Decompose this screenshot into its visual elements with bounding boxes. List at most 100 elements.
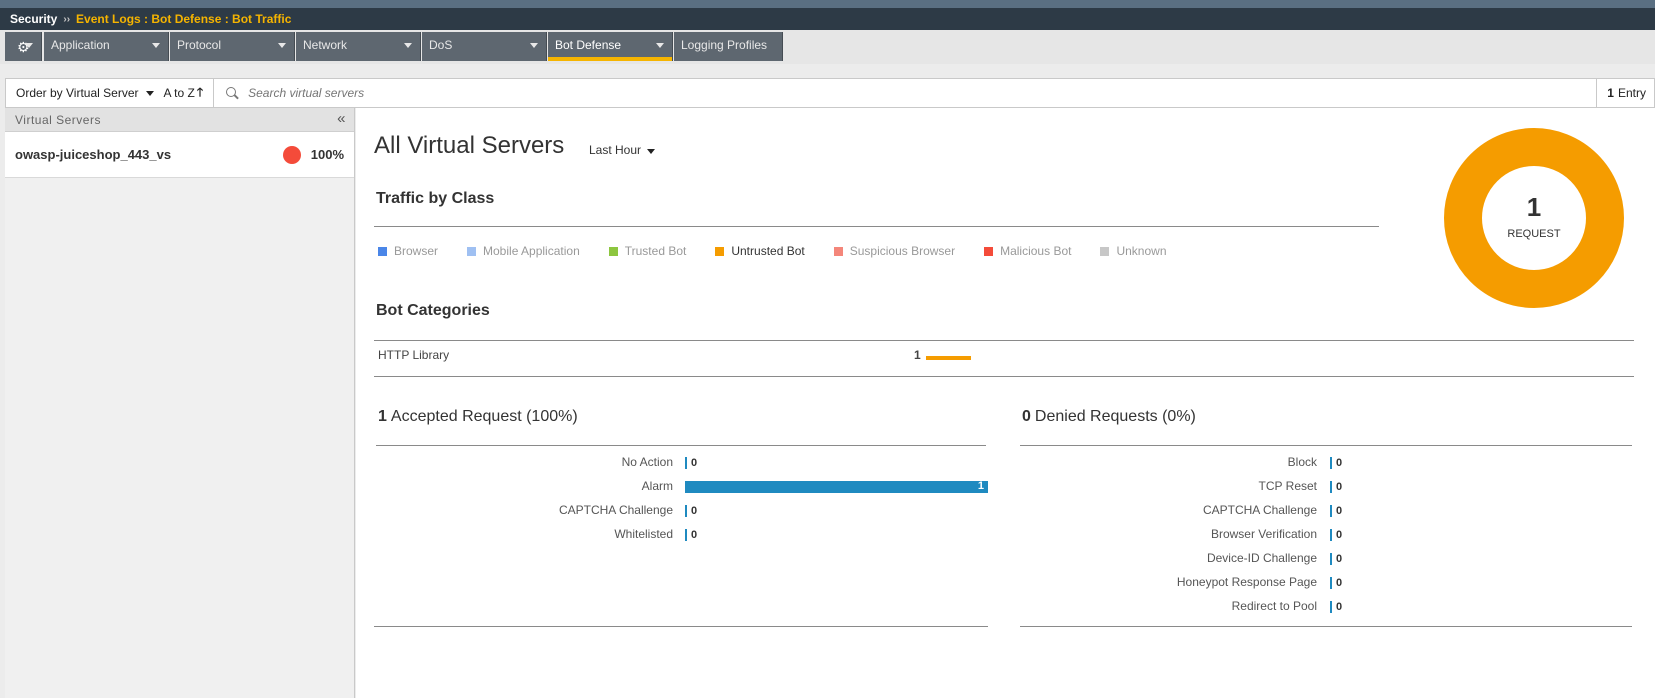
menu-item-network[interactable]: Network — [296, 32, 421, 61]
action-bar — [1330, 577, 1332, 589]
accepted-label: Accepted Request (100%) — [390, 408, 578, 425]
search-input[interactable] — [248, 86, 849, 100]
settings-menu[interactable]: ⚙ — [5, 32, 42, 61]
legend-label: Unknown — [1116, 244, 1167, 258]
time-period-dropdown[interactable]: Last Hour — [589, 143, 656, 157]
chevron-down-icon — [152, 43, 160, 48]
action-label: Whitelisted — [614, 527, 673, 541]
divider — [376, 445, 986, 446]
action-label: No Action — [621, 455, 673, 469]
legend-item-browser[interactable]: Browser — [378, 244, 438, 258]
action-bar — [1330, 505, 1332, 517]
chevron-down-icon — [25, 43, 33, 48]
action-value: 0 — [1336, 505, 1343, 517]
page-title: Event Logs : Bot Defense : Bot Traffic — [76, 12, 292, 26]
action-bar — [1330, 601, 1332, 613]
action-value: 0 — [691, 505, 698, 517]
action-bar — [1330, 553, 1332, 565]
menu-item-protocol[interactable]: Protocol — [170, 32, 295, 61]
legend-label: Browser — [394, 244, 439, 258]
legend-swatch — [715, 246, 725, 256]
legend-item-mobile-application[interactable]: Mobile Application — [467, 244, 580, 258]
menu-item-label: Network — [303, 38, 348, 52]
legend-item-trusted-bot[interactable]: Trusted Bot — [608, 244, 686, 258]
legend-label: Mobile Application — [483, 244, 580, 258]
menu-bar: ⚙ Application Protocol Network DoS Bot D… — [0, 30, 1655, 64]
action-bar — [1330, 481, 1332, 493]
divider — [374, 626, 988, 627]
breadcrumb-root[interactable]: Security — [10, 12, 57, 26]
menu-item-label: Logging Profiles — [681, 38, 768, 52]
action-value: 1 — [977, 480, 984, 492]
divider — [1020, 626, 1632, 627]
legend-item-suspicious-browser[interactable]: Suspicious Browser — [833, 244, 956, 258]
time-period-label: Last Hour — [589, 143, 642, 157]
page-heading: All Virtual Servers — [374, 132, 565, 159]
action-value: 0 — [691, 529, 698, 541]
divider — [374, 340, 1634, 341]
action-bar — [685, 529, 687, 541]
sort-direction-toggle[interactable]: A to Z 🡑 — [164, 79, 215, 107]
action-label: CAPTCHA Challenge — [558, 503, 673, 517]
virtual-server-name: owasp-juiceshop_443_vs — [15, 147, 172, 162]
menu-item-bot-defense[interactable]: Bot Defense — [548, 32, 673, 61]
filter-toolbar: Order by Virtual Server A to Z 🡑 1 Entry — [5, 78, 1655, 108]
search-box — [214, 79, 1596, 107]
menu-item-logging-profiles[interactable]: Logging Profiles — [674, 32, 783, 61]
order-by-dropdown[interactable]: Order by Virtual Server — [6, 86, 164, 100]
menu-item-dos[interactable]: DoS — [422, 32, 547, 61]
action-label: TCP Reset — [1258, 479, 1317, 493]
action-label: Redirect to Pool — [1231, 599, 1317, 613]
accepted-requests-title: 1 Accepted Request (100%) — [378, 408, 578, 426]
entry-count-value: 1 — [1607, 86, 1614, 100]
legend-swatch — [467, 246, 477, 256]
accepted-count: 1 — [378, 408, 387, 425]
breadcrumb-separator: ›› — [63, 13, 71, 25]
action-label: Device-ID Challenge — [1206, 551, 1317, 565]
action-bar — [1330, 457, 1332, 469]
denied-label: Denied Requests (0%) — [1034, 408, 1196, 425]
menu-item-label: DoS — [429, 38, 453, 52]
chevron-down-icon — [530, 43, 538, 48]
category-bar — [926, 356, 971, 360]
donut-label: REQUEST — [1507, 228, 1561, 240]
category-label: HTTP Library — [378, 348, 450, 362]
collapse-icon[interactable]: « — [337, 110, 346, 127]
action-value: 0 — [1336, 577, 1343, 589]
donut-value: 1 — [1526, 192, 1542, 222]
virtual-server-percent: 100% — [310, 147, 344, 162]
legend-label: Untrusted Bot — [731, 244, 805, 258]
denied-requests-title: 0 Denied Requests (0%) — [1022, 408, 1196, 426]
divider — [374, 376, 1634, 377]
entry-count: 1 Entry — [1596, 79, 1654, 107]
legend-item-unknown[interactable]: Unknown — [1100, 244, 1167, 258]
menu-item-application[interactable]: Application — [44, 32, 169, 61]
action-bar — [685, 505, 687, 517]
sort-label: A to Z — [163, 86, 195, 100]
legend-swatch — [833, 246, 843, 256]
status-dot-icon — [283, 146, 301, 164]
legend-item-untrusted-bot[interactable]: Untrusted Bot — [715, 244, 805, 258]
chevron-down-icon — [145, 90, 154, 96]
menu-item-label: Application — [51, 38, 110, 52]
action-bar — [1330, 529, 1332, 541]
arrow-up-icon: 🡑 — [196, 84, 204, 99]
legend-item-malicious-bot[interactable]: Malicious Bot — [984, 244, 1071, 258]
divider — [1020, 445, 1632, 446]
action-label: Browser Verification — [1210, 527, 1317, 541]
action-label: Block — [1287, 455, 1317, 469]
chevron-down-icon — [656, 43, 664, 48]
traffic-by-class-title: Traffic by Class — [376, 190, 495, 207]
action-bar — [685, 457, 687, 469]
chevron-down-icon — [404, 43, 412, 48]
divider — [374, 226, 1379, 227]
list-item[interactable]: owasp-juiceshop_443_vs 100% — [5, 132, 354, 178]
legend-label: Suspicious Browser — [849, 244, 956, 258]
action-label: Honeypot Response Page — [1176, 575, 1317, 589]
chevron-down-icon — [278, 43, 286, 48]
order-by-label: Order by Virtual Server — [16, 86, 139, 100]
virtual-servers-panel: Virtual Servers « owasp-juiceshop_443_vs… — [5, 108, 355, 698]
panel-header: Virtual Servers « — [5, 108, 354, 132]
category-value: 1 — [914, 348, 921, 362]
breadcrumb: Security ›› Event Logs : Bot Defense : B… — [0, 0, 1655, 30]
